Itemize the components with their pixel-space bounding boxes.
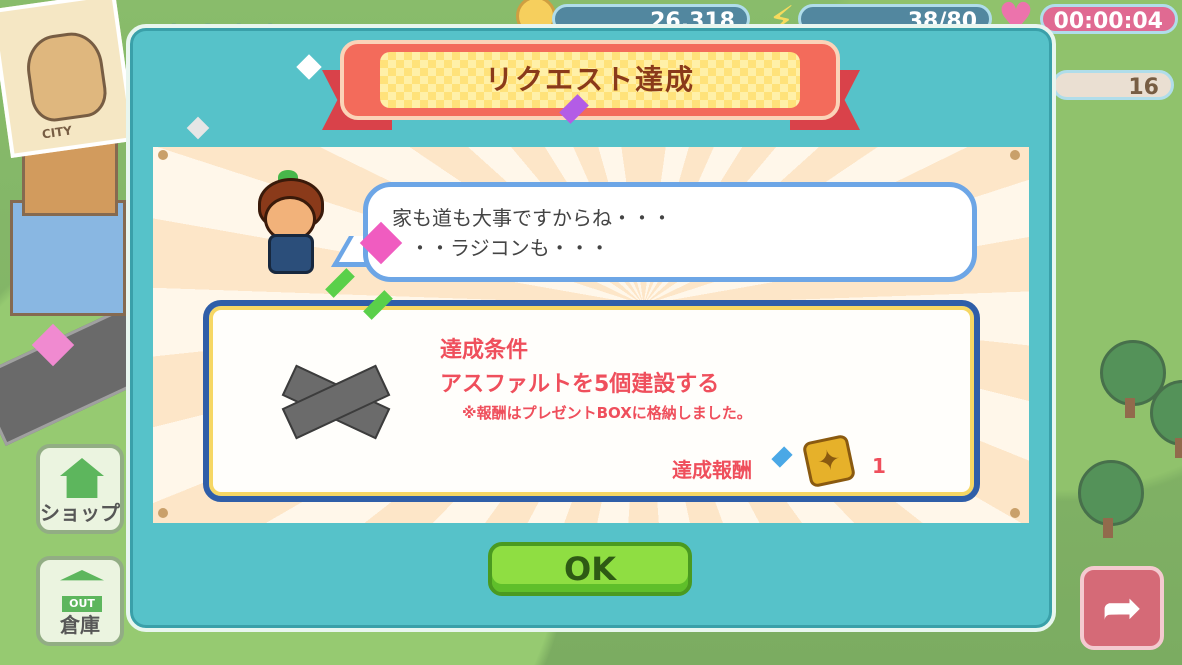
paper-pin: [1010, 150, 1020, 160]
character-avatar: [248, 170, 328, 280]
gold-ticket-icon: ✦: [801, 433, 857, 489]
condition-heading: 達成条件: [440, 338, 529, 363]
reward-count: 1: [872, 454, 886, 478]
paper-pin: [158, 508, 168, 518]
dialog-title: リクエスト達成: [484, 63, 695, 96]
speech-line-2: ・・ラジコンも・・・: [410, 236, 610, 260]
paper-pin: [1010, 508, 1020, 518]
reward-label: 達成報酬: [672, 458, 752, 482]
paper-pin: [158, 150, 168, 160]
condition-text: アスファルトを5個建設する: [440, 372, 720, 397]
speech-line-1: 家も道も大事ですからね・・・: [392, 206, 672, 230]
ok-button[interactable]: OK: [488, 542, 692, 596]
asphalt-cross-icon: [270, 364, 398, 440]
character-body: [268, 234, 314, 274]
reward-note: ※報酬はプレゼントBOXに格納しました。: [462, 404, 752, 422]
